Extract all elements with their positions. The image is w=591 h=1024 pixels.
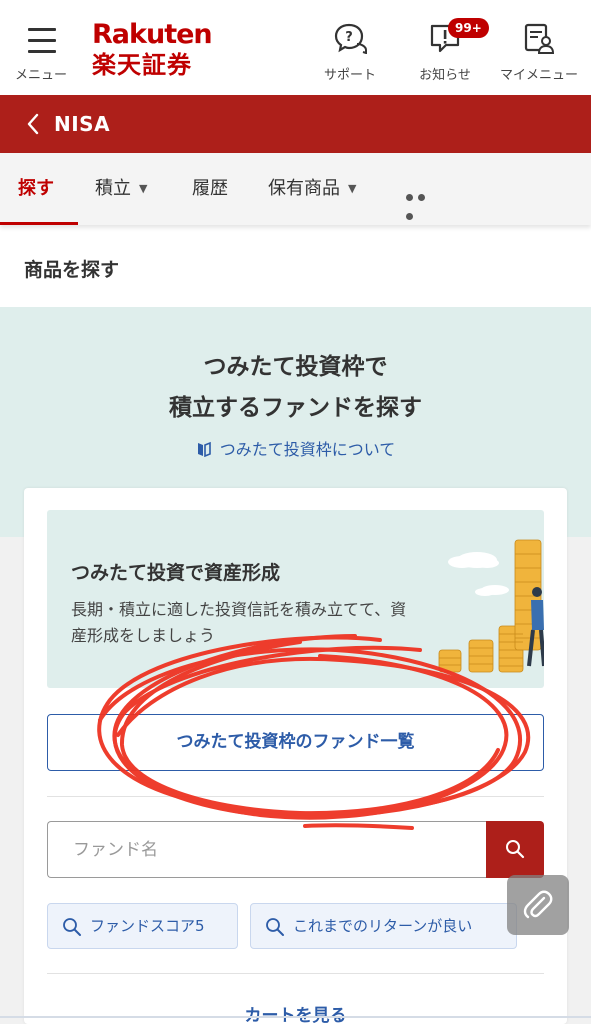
hamburger-icon <box>28 28 56 53</box>
about-tsumitate-link[interactable]: つみたて投資枠について <box>0 436 591 460</box>
menu-label: メニュー <box>14 68 67 83</box>
my-menu-icon <box>524 23 555 54</box>
nisa-nav-bar: NISA <box>0 95 591 153</box>
book-icon <box>197 441 211 457</box>
hero-title-line1: つみたて投資枠で <box>203 354 388 380</box>
attachment-button[interactable] <box>507 875 569 935</box>
divider <box>47 796 544 797</box>
active-tab-indicator <box>0 222 78 225</box>
tab-search-label: 探す <box>18 178 54 199</box>
search-icon <box>63 918 81 936</box>
promo-text: 長期・積立に適した投資信託を積み立てて、資産形成をしましょう <box>71 600 407 645</box>
mymenu-label: マイメニュー <box>499 68 578 83</box>
section-title: 商品を探す <box>24 259 120 281</box>
search-icon <box>266 918 284 936</box>
search-icon <box>506 840 525 859</box>
back-chevron-icon[interactable] <box>26 113 40 135</box>
view-cart-link[interactable]: カートを見る <box>0 1001 591 1024</box>
bottom-edge-line <box>0 1016 591 1018</box>
mymenu-button[interactable]: マイメニュー <box>494 20 584 84</box>
support-icon: ? <box>334 23 367 54</box>
promo-banner[interactable]: つみたて投資で資産形成 長期・積立に適した投資信託を積み立てて、資産形成をしまし… <box>47 510 544 688</box>
good-return-chip[interactable]: これまでのリターンが良い <box>250 903 517 949</box>
tab-accumulate[interactable]: 積立 ▼ <box>95 153 147 225</box>
nisa-title[interactable]: NISA <box>54 112 110 136</box>
divider <box>47 973 544 974</box>
fund-score5-chip[interactable]: ファンドスコア5 <box>47 903 238 949</box>
more-tabs-icon[interactable] <box>406 186 440 220</box>
logo-text-en: Rakuten <box>92 19 213 50</box>
tab-bar: 探す 積立 ▼ 履歴 保有商品 ▼ <box>0 153 591 225</box>
logo-text-ja: 楽天証券 <box>92 51 192 79</box>
promo-title: つみたて投資で資産形成 <box>71 562 281 584</box>
tab-holdings-label: 保有商品 <box>268 178 340 199</box>
rakuten-securities-logo[interactable]: Rakuten 楽天証券 <box>92 19 213 86</box>
svg-text:?: ? <box>345 30 353 45</box>
tsumitate-fund-list-button[interactable]: つみたて投資枠のファンド一覧 <box>47 714 544 771</box>
chip-label: これまでのリターンが良い <box>293 917 473 935</box>
tab-search[interactable]: 探す <box>18 153 54 225</box>
tab-holdings[interactable]: 保有商品 ▼ <box>268 153 356 225</box>
dropdown-caret-icon: ▼ <box>139 182 148 195</box>
tab-history-label: 履歴 <box>192 178 228 199</box>
hero-title-line2: 積立するファンドを探す <box>169 395 422 421</box>
support-button[interactable]: ? サポート <box>316 20 384 84</box>
tab-accumulate-label: 積立 <box>95 178 131 199</box>
about-link-text: つみたて投資枠について <box>219 440 396 459</box>
search-button[interactable] <box>486 821 544 878</box>
news-count-badge: 99+ <box>448 18 489 38</box>
dropdown-caret-icon: ▼ <box>348 182 357 195</box>
coin-stack-illustration <box>438 539 544 673</box>
chip-label: ファンドスコア5 <box>90 917 205 935</box>
tab-history[interactable]: 履歴 <box>192 153 228 225</box>
menu-button[interactable]: メニュー <box>8 20 74 83</box>
support-label: サポート <box>323 68 376 83</box>
fund-name-search-input[interactable] <box>47 821 486 878</box>
app-header: メニュー Rakuten 楽天証券 ? サポート お知らせ 99+ マイメニュー <box>0 0 591 95</box>
news-label: お知らせ <box>419 68 471 83</box>
paperclip-icon <box>523 890 553 919</box>
